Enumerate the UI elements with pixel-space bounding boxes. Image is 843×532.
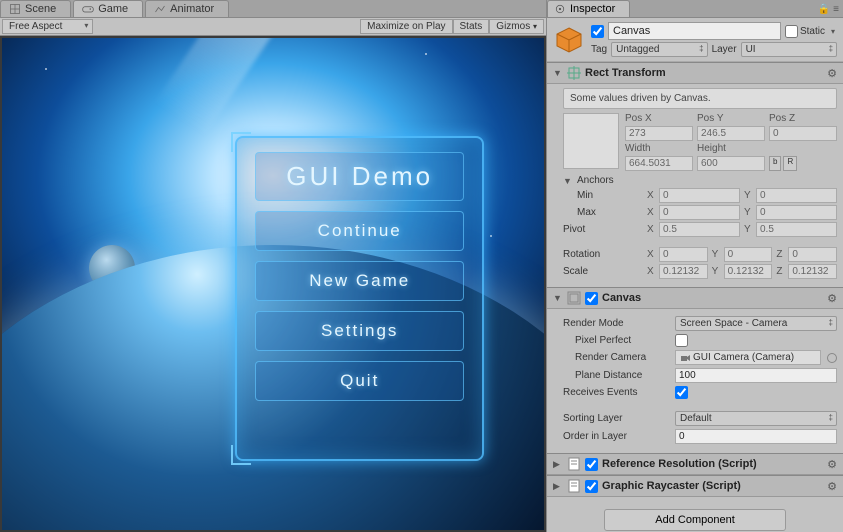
posy-field[interactable] [697,126,765,141]
anchor-preset-button[interactable] [563,113,619,169]
tag-dropdown[interactable]: Untagged [611,42,707,57]
panel-lock[interactable]: 🔒 ≡ [814,2,843,17]
game-toolbar: Free Aspect Maximize on Play Stats Gizmo… [0,18,546,36]
component-rect-transform-header[interactable]: ▼ Rect Transform ⚙ [547,62,843,84]
fold-icon[interactable]: ▶ [553,459,563,470]
scale-y[interactable] [724,264,773,279]
raw-button[interactable]: R [783,156,797,171]
tab-animator-label: Animator [170,3,214,15]
anchor-min-y[interactable] [756,188,837,203]
rot-z[interactable] [788,247,837,262]
gear-icon[interactable]: ⚙ [827,292,837,305]
canvas-body: Render ModeScreen Space - Camera Pixel P… [547,309,843,453]
tab-scene[interactable]: Scene [0,0,71,17]
render-mode-dropdown[interactable]: Screen Space - Camera [675,316,837,331]
order-in-layer-field[interactable] [675,429,837,444]
gui-menu-panel: GUI Demo Continue New Game Settings Quit [235,136,484,461]
stats-toggle[interactable]: Stats [453,19,490,34]
scale-x[interactable] [659,264,708,279]
inspector-tab-label: Inspector [570,3,615,15]
static-checkbox[interactable] [785,25,798,38]
editor-tabs: Scene Game Animator [0,0,546,18]
tab-inspector[interactable]: Inspector [547,0,630,17]
anchor-max-y[interactable] [756,205,837,220]
gear-icon[interactable]: ⚙ [827,480,837,493]
game-view: GUI Demo Continue New Game Settings Quit [0,36,546,532]
refres-title: Reference Resolution (Script) [602,458,823,470]
aspect-dropdown[interactable]: Free Aspect [2,19,93,34]
game-icon [82,3,94,15]
gameobject-name-field[interactable] [608,22,781,40]
fold-icon[interactable]: ▶ [553,481,563,492]
gear-icon[interactable]: ⚙ [827,458,837,471]
pivot-x[interactable] [659,222,740,237]
fold-icon[interactable]: ▼ [553,68,563,78]
anchor-max-x[interactable] [659,205,740,220]
gameobject-header: Static ▾ Tag Untagged Layer UI [547,18,843,62]
tab-scene-label: Scene [25,3,56,15]
raycaster-title: Graphic Raycaster (Script) [602,480,823,492]
game-render: GUI Demo Continue New Game Settings Quit [2,38,544,530]
quit-button[interactable]: Quit [255,361,464,401]
object-picker-icon[interactable] [827,353,837,363]
sorting-layer-dropdown[interactable]: Default [675,411,837,426]
canvas-icon [567,291,581,305]
static-dropdown[interactable]: ▾ [829,27,837,36]
inspector-icon [554,3,566,15]
component-canvas-header[interactable]: ▼ Canvas ⚙ [547,287,843,309]
posx-field[interactable] [625,126,693,141]
menu-title: GUI Demo [255,152,464,201]
component-reference-resolution-header[interactable]: ▶ Reference Resolution (Script) ⚙ [547,453,843,475]
scale-z[interactable] [788,264,837,279]
plane-distance-field[interactable] [675,368,837,383]
posz-field[interactable] [769,126,837,141]
gear-icon[interactable]: ⚙ [827,67,837,80]
gameobject-icon[interactable] [553,24,585,56]
layer-dropdown[interactable]: UI [741,42,837,57]
rect-transform-title: Rect Transform [585,67,823,79]
settings-button[interactable]: Settings [255,311,464,351]
camera-icon [680,353,690,363]
canvas-title: Canvas [602,292,823,304]
rot-y[interactable] [724,247,773,262]
add-component-button[interactable]: Add Component [604,509,786,531]
fold-icon[interactable]: ▼ [553,293,563,303]
tab-game-label: Game [98,3,128,15]
continue-button[interactable]: Continue [255,211,464,251]
receives-events-checkbox[interactable] [675,386,688,399]
raycaster-enabled-checkbox[interactable] [585,480,598,493]
script-icon [567,479,581,493]
newgame-button[interactable]: New Game [255,261,464,301]
render-camera-field[interactable]: GUI Camera (Camera) [675,350,821,365]
height-field[interactable] [697,156,765,171]
animator-icon [154,3,166,15]
rect-transform-body: Some values driven by Canvas. Pos X Pos … [547,84,843,287]
gameobject-active-checkbox[interactable] [591,25,604,38]
canvas-enabled-checkbox[interactable] [585,292,598,305]
rect-transform-icon [567,66,581,80]
anchors-fold[interactable]: ▼ [563,176,573,186]
blueprint-button[interactable]: b [769,156,781,171]
light-beam [154,38,405,136]
width-field[interactable] [625,156,693,171]
gizmos-dropdown[interactable]: Gizmos ▾ [489,19,544,34]
refres-enabled-checkbox[interactable] [585,458,598,471]
maximize-toggle[interactable]: Maximize on Play [360,19,452,34]
scene-icon [9,3,21,15]
component-graphic-raycaster-header[interactable]: ▶ Graphic Raycaster (Script) ⚙ [547,475,843,497]
tab-game[interactable]: Game [73,0,143,17]
script-icon [567,457,581,471]
rot-x[interactable] [659,247,708,262]
tab-animator[interactable]: Animator [145,0,229,17]
pivot-y[interactable] [756,222,837,237]
rect-hint: Some values driven by Canvas. [563,88,837,109]
anchor-min-x[interactable] [659,188,740,203]
pixel-perfect-checkbox[interactable] [675,334,688,347]
